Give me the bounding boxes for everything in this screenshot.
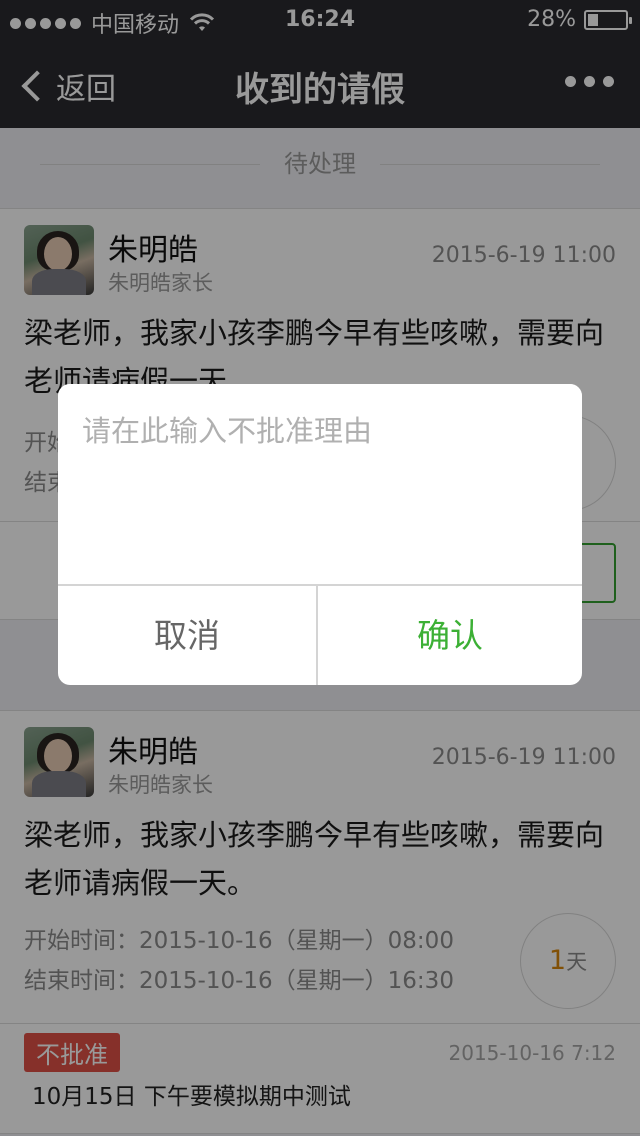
confirm-button[interactable]: 确认 xyxy=(318,586,582,685)
cancel-button[interactable]: 取消 xyxy=(58,586,316,685)
reject-reason-dialog: 取消 确认 xyxy=(58,384,582,685)
reject-reason-input[interactable] xyxy=(58,384,582,584)
